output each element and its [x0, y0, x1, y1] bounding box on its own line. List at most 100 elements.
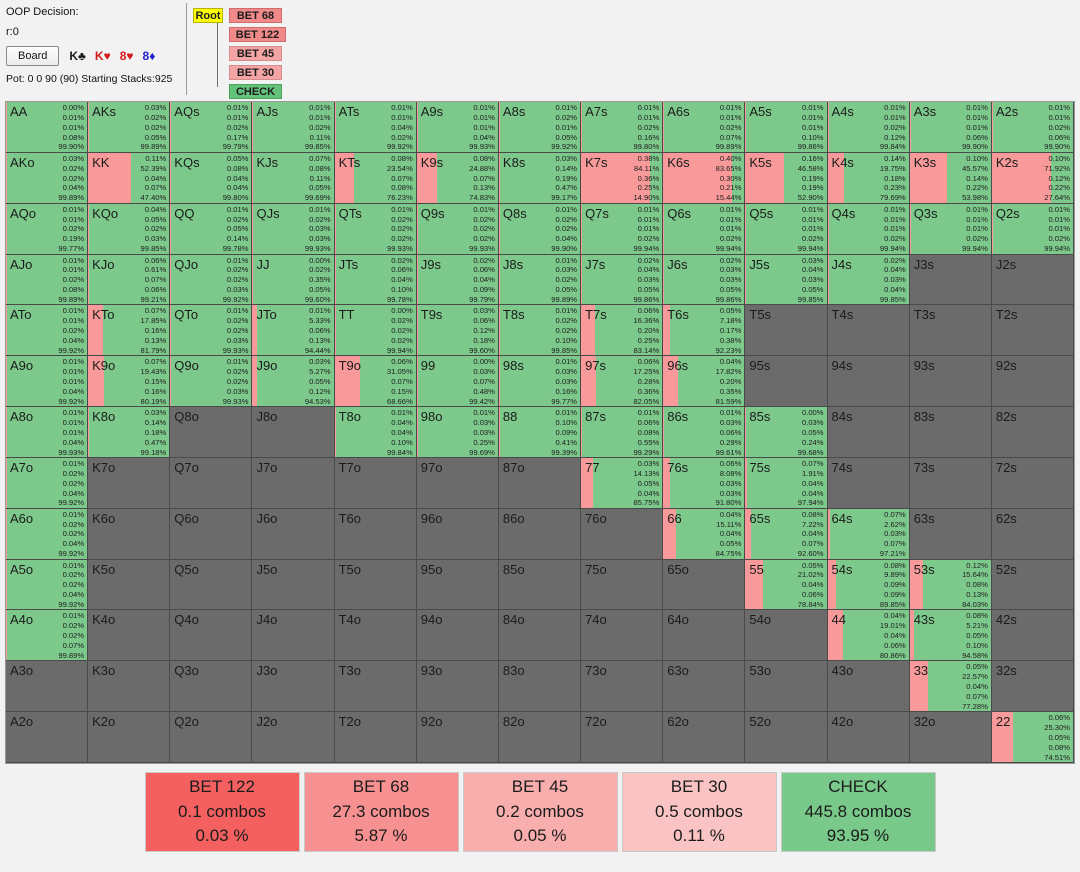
- range-cell-75o[interactable]: 75o: [581, 559, 664, 611]
- range-cell-52s[interactable]: 52s: [991, 559, 1074, 611]
- range-cell-KQs[interactable]: KQs 0.05% 0.08% 0.04% 0.04% 99.80%: [170, 152, 253, 204]
- range-cell-K7s[interactable]: K7s 0.38% 84.11% 0.36% 0.25% 14.90%: [581, 152, 664, 204]
- range-cell-98s[interactable]: 98s 0.01% 0.03% 0.03% 0.16% 99.77%: [498, 356, 582, 408]
- summary-button-bet-68[interactable]: BET 68 27.3 combos 5.87 %: [303, 772, 459, 852]
- range-cell-84o[interactable]: 84o: [498, 610, 582, 662]
- range-cell-JTs[interactable]: JTs 0.02% 0.06% 0.04% 0.10% 99.78%: [334, 254, 417, 306]
- range-cell-A6o[interactable]: A6o 0.01% 0.02% 0.02% 0.04% 99.92%: [6, 508, 89, 560]
- range-cell-J8s[interactable]: J8s 0.01% 0.03% 0.02% 0.05% 99.89%: [498, 254, 582, 306]
- range-cell-96s[interactable]: 96s 0.04% 17.82% 0.20% 0.35% 81.59%: [663, 356, 746, 408]
- range-cell-53o[interactable]: 53o: [745, 661, 828, 713]
- range-cell-62o[interactable]: 62o: [663, 712, 746, 763]
- range-cell-K6o[interactable]: K6o: [88, 508, 171, 560]
- range-cell-94o[interactable]: 94o: [416, 610, 499, 662]
- range-cell-T6s[interactable]: T6s 0.05% 7.18% 0.17% 0.38% 92.23%: [663, 305, 746, 357]
- range-cell-85s[interactable]: 85s 0.00% 0.03% 0.05% 0.24% 99.68%: [745, 407, 828, 458]
- range-cell-A9s[interactable]: A9s 0.01% 0.01% 0.01% 0.04% 99.93%: [416, 102, 499, 153]
- range-cell-Q4s[interactable]: Q4s 0.01% 0.01% 0.01% 0.02% 99.94%: [827, 203, 910, 255]
- range-cell-A4s[interactable]: A4s 0.01% 0.01% 0.02% 0.12% 99.84%: [827, 102, 910, 153]
- range-cell-J5s[interactable]: J5s 0.03% 0.04% 0.03% 0.05% 99.85%: [745, 254, 828, 306]
- range-cell-73o[interactable]: 73o: [581, 661, 664, 713]
- range-cell-86s[interactable]: 86s 0.01% 0.03% 0.06% 0.29% 99.61%: [663, 407, 746, 458]
- range-cell-82o[interactable]: 82o: [498, 712, 582, 763]
- range-cell-76s[interactable]: 76s 0.06% 8.08% 0.03% 0.03% 91.80%: [663, 457, 746, 509]
- range-cell-97s[interactable]: 97s 0.06% 17.25% 0.28% 0.36% 82.05%: [581, 356, 664, 408]
- range-cell-83s[interactable]: 83s: [909, 407, 992, 458]
- range-cell-Q9s[interactable]: Q9s 0.01% 0.02% 0.02% 0.02% 99.93%: [416, 203, 499, 255]
- range-cell-A5s[interactable]: A5s 0.01% 0.01% 0.01% 0.10% 99.86%: [745, 102, 828, 153]
- range-cell-A3o[interactable]: A3o: [6, 661, 89, 713]
- range-cell-Q3s[interactable]: Q3s 0.01% 0.01% 0.01% 0.02% 99.94%: [909, 203, 992, 255]
- range-cell-85o[interactable]: 85o: [498, 559, 582, 611]
- range-cell-K8o[interactable]: K8o 0.03% 0.14% 0.18% 0.47% 99.18%: [88, 407, 171, 458]
- board-button[interactable]: Board: [6, 46, 60, 66]
- range-cell-73s[interactable]: 73s: [909, 457, 992, 509]
- range-cell-52o[interactable]: 52o: [745, 712, 828, 763]
- range-cell-95s[interactable]: 95s: [745, 356, 828, 408]
- range-cell-A4o[interactable]: A4o 0.01% 0.02% 0.02% 0.07% 99.89%: [6, 610, 89, 662]
- range-cell-99[interactable]: 99 0.00% 0.03% 0.07% 0.48% 99.42%: [416, 356, 499, 408]
- range-cell-74o[interactable]: 74o: [581, 610, 664, 662]
- range-cell-QJo[interactable]: QJo 0.01% 0.02% 0.02% 0.03% 99.92%: [170, 254, 253, 306]
- tree-node-bet-68[interactable]: BET 68: [229, 8, 282, 23]
- range-cell-T4o[interactable]: T4o: [334, 610, 417, 662]
- range-cell-72o[interactable]: 72o: [581, 712, 664, 763]
- range-cell-KJs[interactable]: KJs 0.07% 0.08% 0.11% 0.05% 99.69%: [252, 152, 335, 204]
- range-cell-T5s[interactable]: T5s: [745, 305, 828, 357]
- range-cell-T7s[interactable]: T7s 0.06% 16.36% 0.20% 0.25% 83.14%: [581, 305, 664, 357]
- range-cell-Q7o[interactable]: Q7o: [170, 457, 253, 509]
- range-cell-82s[interactable]: 82s: [991, 407, 1074, 458]
- range-cell-92s[interactable]: 92s: [991, 356, 1074, 408]
- range-cell-Q2s[interactable]: Q2s 0.01% 0.01% 0.01% 0.02% 99.94%: [991, 203, 1074, 255]
- range-cell-Q2o[interactable]: Q2o: [170, 712, 253, 763]
- range-cell-K4s[interactable]: K4s 0.14% 19.75% 0.18% 0.23% 79.69%: [827, 152, 910, 204]
- range-cell-A8s[interactable]: A8s 0.01% 0.02% 0.01% 0.05% 99.92%: [498, 102, 582, 153]
- range-cell-T3o[interactable]: T3o: [334, 661, 417, 713]
- range-cell-K3s[interactable]: K3s 0.10% 45.57% 0.14% 0.22% 53.98%: [909, 152, 992, 204]
- range-cell-A8o[interactable]: A8o 0.01% 0.01% 0.01% 0.04% 99.93%: [6, 407, 89, 458]
- range-cell-K9o[interactable]: K9o 0.07% 19.43% 0.15% 0.16% 80.19%: [88, 356, 171, 408]
- range-cell-K4o[interactable]: K4o: [88, 610, 171, 662]
- range-cell-J9o[interactable]: J9o 0.03% 5.27% 0.05% 0.12% 94.53%: [252, 356, 335, 408]
- range-cell-Q3o[interactable]: Q3o: [170, 661, 253, 713]
- range-cell-T2s[interactable]: T2s: [991, 305, 1074, 357]
- range-cell-43s[interactable]: 43s 0.08% 5.21% 0.05% 0.10% 94.58%: [909, 610, 992, 662]
- range-cell-J2s[interactable]: J2s: [991, 254, 1074, 306]
- summary-button-bet-122[interactable]: BET 122 0.1 combos 0.03 %: [144, 772, 300, 852]
- range-cell-T9o[interactable]: T9o 0.06% 31.05% 0.07% 0.15% 68.66%: [334, 356, 417, 408]
- range-cell-T5o[interactable]: T5o: [334, 559, 417, 611]
- range-cell-J4s[interactable]: J4s 0.02% 0.04% 0.03% 0.04% 99.85%: [827, 254, 910, 306]
- range-cell-44[interactable]: 44 0.04% 19.01% 0.04% 0.06% 80.86%: [827, 610, 910, 662]
- range-cell-QTs[interactable]: QTs 0.01% 0.02% 0.02% 0.02% 99.93%: [334, 203, 417, 255]
- range-cell-J6s[interactable]: J6s 0.02% 0.03% 0.03% 0.05% 99.86%: [663, 254, 746, 306]
- tree-node-bet-45[interactable]: BET 45: [229, 46, 282, 61]
- tree-node-root[interactable]: Root: [193, 8, 223, 23]
- range-cell-Q5o[interactable]: Q5o: [170, 559, 253, 611]
- range-cell-T7o[interactable]: T7o: [334, 457, 417, 509]
- range-cell-42o[interactable]: 42o: [827, 712, 910, 763]
- range-grid-container[interactable]: AA 0.00% 0.01% 0.01% 0.08% 99.90% AKs 0.03% 0.02…: [5, 101, 1075, 764]
- range-cell-33[interactable]: 33 0.05% 22.57% 0.04% 0.07% 77.28%: [909, 661, 992, 713]
- range-cell-65s[interactable]: 65s 0.08% 7.22% 0.04% 0.07% 92.60%: [745, 508, 828, 560]
- range-cell-KTs[interactable]: KTs 0.08% 23.54% 0.07% 0.08% 76.23%: [334, 152, 417, 204]
- range-cell-KQo[interactable]: KQo 0.04% 0.05% 0.02% 0.03% 99.85%: [88, 203, 171, 255]
- range-cell-Q4o[interactable]: Q4o: [170, 610, 253, 662]
- range-cell-AA[interactable]: AA 0.00% 0.01% 0.01% 0.08% 99.90%: [6, 102, 89, 153]
- range-cell-Q9o[interactable]: Q9o 0.01% 0.02% 0.02% 0.03% 99.93%: [170, 356, 253, 408]
- range-cell-77[interactable]: 77 0.03% 14.13% 0.05% 0.04% 85.75%: [581, 457, 664, 509]
- range-cell-86o[interactable]: 86o: [498, 508, 582, 560]
- range-cell-75s[interactable]: 75s 0.07% 1.91% 0.04% 0.04% 97.94%: [745, 457, 828, 509]
- range-cell-K7o[interactable]: K7o: [88, 457, 171, 509]
- range-cell-JTo[interactable]: JTo 0.01% 5.33% 0.06% 0.13% 94.44%: [252, 305, 335, 357]
- range-cell-98o[interactable]: 98o 0.01% 0.03% 0.03% 0.25% 99.69%: [416, 407, 499, 458]
- range-cell-KK[interactable]: KK 0.11% 52.39% 0.04% 0.07% 47.40%: [88, 152, 171, 204]
- range-cell-QJs[interactable]: QJs 0.01% 0.02% 0.03% 0.03% 99.93%: [252, 203, 335, 255]
- range-cell-92o[interactable]: 92o: [416, 712, 499, 763]
- range-cell-AKo[interactable]: AKo 0.03% 0.02% 0.02% 0.04% 99.89%: [6, 152, 89, 204]
- range-cell-63o[interactable]: 63o: [663, 661, 746, 713]
- range-cell-K3o[interactable]: K3o: [88, 661, 171, 713]
- range-cell-A2s[interactable]: A2s 0.01% 0.01% 0.02% 0.06% 99.90%: [991, 102, 1074, 153]
- range-cell-Q5s[interactable]: Q5s 0.01% 0.01% 0.01% 0.02% 99.94%: [745, 203, 828, 255]
- range-cell-53s[interactable]: 53s 0.12% 15.64% 0.08% 0.13% 84.03%: [909, 559, 992, 611]
- range-cell-T9s[interactable]: T9s 0.03% 0.06% 0.12% 0.18% 99.60%: [416, 305, 499, 357]
